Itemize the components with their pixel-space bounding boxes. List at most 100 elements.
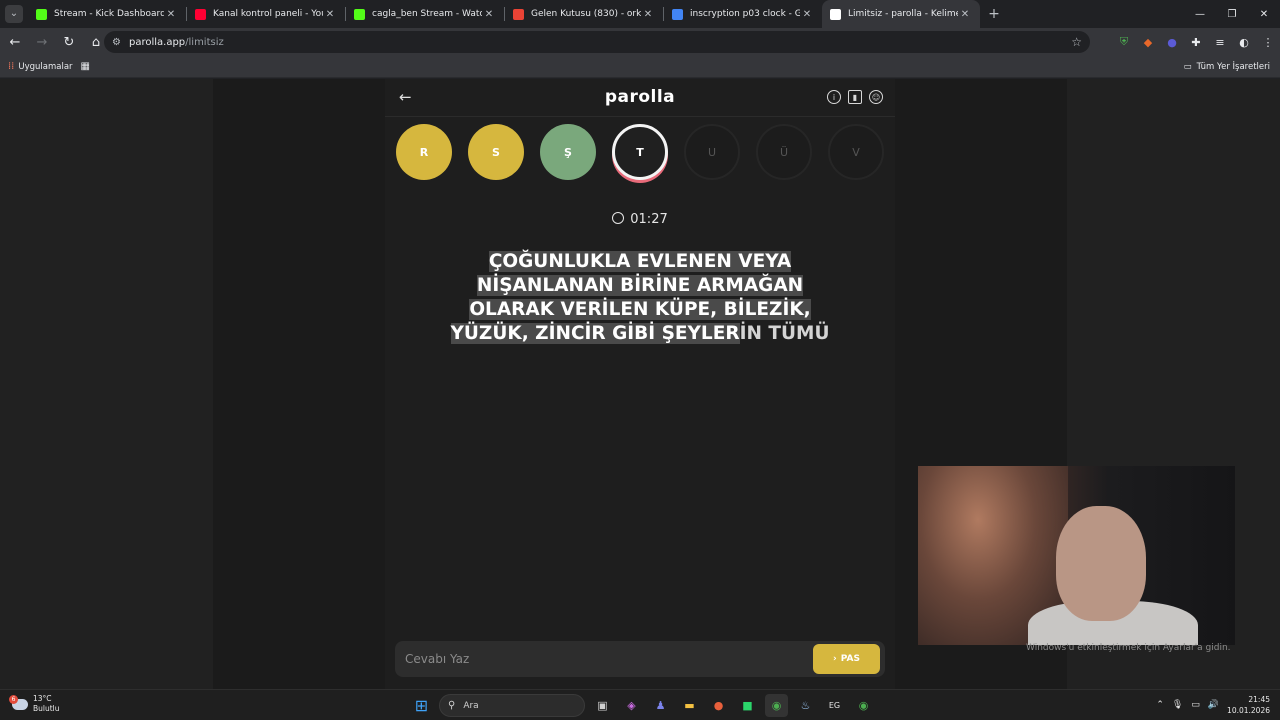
chrome-icon[interactable]: ◉: [765, 694, 788, 717]
taskbar-search[interactable]: ⚲ Ara: [439, 694, 585, 717]
browser-tab[interactable]: inscryption p03 clock - Google✕: [664, 0, 822, 28]
browser-tab[interactable]: Limitsiz - parolla - Kelime oyunu✕: [822, 0, 980, 28]
copilot-icon[interactable]: ◈: [620, 694, 643, 717]
weather-badge: 6: [9, 694, 18, 704]
close-tab-icon[interactable]: ✕: [164, 9, 178, 20]
extension-shield-icon[interactable]: ⛨: [1112, 30, 1136, 54]
system-clock[interactable]: 21:45 10.01.2026: [1227, 694, 1270, 716]
close-tab-icon[interactable]: ✕: [958, 9, 972, 20]
tab-search-button[interactable]: ⌄: [0, 0, 28, 28]
letter-circle-empty: V: [828, 124, 884, 180]
parolla-icon: [830, 8, 841, 20]
close-window-button[interactable]: ✕: [1248, 0, 1280, 28]
browser-tab[interactable]: Gelen Kutusu (830) - orkunakar✕: [505, 0, 663, 28]
answer-input[interactable]: [405, 641, 805, 677]
extension-circle-icon[interactable]: ●: [1160, 30, 1184, 54]
kick-icon: [354, 8, 365, 20]
restore-button[interactable]: ❐: [1216, 0, 1248, 28]
question-text: ÇOĞUNLUKLA EVLENEN VEYA NİŞANLANAN BİRİN…: [440, 250, 840, 346]
duckduckgo-icon[interactable]: ●: [707, 694, 730, 717]
timer-value: 01:27: [630, 212, 668, 227]
letter-circle-empty: U: [684, 124, 740, 180]
pass-label: PAS: [840, 654, 860, 664]
tab-strip: ⌄ Stream - Kick Dashboard ✕ Kanal kontrol …: [0, 0, 1280, 28]
file-explorer-icon[interactable]: ▬: [678, 694, 701, 717]
weather-temp: 13°C: [33, 694, 52, 703]
volume-icon[interactable]: 🔊: [1208, 700, 1219, 710]
letter-circle-green: Ş: [540, 124, 596, 180]
new-tab-button[interactable]: +: [980, 6, 1008, 22]
url-host: parolla.app: [128, 36, 186, 48]
cloud-icon: 6: [9, 694, 28, 710]
chrome-alt-icon[interactable]: ◉: [852, 694, 875, 717]
browser-menu-icon[interactable]: ⋮: [1256, 30, 1280, 54]
weather-desc: Bulutlu: [33, 704, 60, 713]
pass-button[interactable]: › PAS: [813, 644, 880, 674]
browser-tab[interactable]: Stream - Kick Dashboard ✕: [28, 0, 186, 28]
browser-tab[interactable]: Kanal kontrol paneli - YouTube✕: [187, 0, 345, 28]
reading-list-icon[interactable]: ≡: [1208, 30, 1232, 54]
letter-circle-empty: Ü: [756, 124, 812, 180]
webcam-person-head: [1056, 506, 1146, 621]
tab-title: Kanal kontrol paneli - YouTube: [213, 9, 323, 19]
webcam-overlay: [918, 466, 1235, 645]
epic-games-icon[interactable]: EG: [823, 694, 846, 717]
letter-circle-yellow: R: [396, 124, 452, 180]
letter-track: RSŞTUÜV: [396, 124, 884, 180]
bookmark-star-icon[interactable]: ☆: [1071, 35, 1082, 49]
app-green-icon[interactable]: ■: [736, 694, 759, 717]
extension-fox-icon[interactable]: ◆: [1136, 30, 1160, 54]
gmail-icon: [513, 8, 524, 20]
site-info-icon[interactable]: ⚙: [112, 37, 121, 48]
tab-title: Limitsiz - parolla - Kelime oyunu: [848, 9, 958, 19]
tab-title: cagla_ben Stream - Watch Live: [372, 9, 482, 19]
left-gutter: [213, 79, 385, 689]
all-bookmarks[interactable]: ▭ Tüm Yer İşaretleri: [1184, 62, 1270, 72]
weather-widget[interactable]: 6 13°C Bulutlu: [9, 694, 60, 714]
activation-watermark: Windows'u etkinleştirmek için Ayarlar'a …: [1026, 643, 1231, 653]
bookmark-grid[interactable]: ▦: [81, 61, 94, 72]
close-tab-icon[interactable]: ✕: [323, 9, 337, 20]
steam-icon[interactable]: ♨: [794, 694, 817, 717]
close-tab-icon[interactable]: ✕: [641, 9, 655, 20]
page-viewport: ← parolla i ▮ ☺ RSŞTUÜV 01:27 ÇOĞUNLUKLA…: [0, 79, 1280, 689]
tab-title: Stream - Kick Dashboard: [54, 9, 164, 19]
chevron-right-icon: ›: [833, 654, 837, 664]
close-tab-icon[interactable]: ✕: [482, 9, 496, 20]
letter-circle-current: T: [612, 124, 668, 180]
back-button[interactable]: ←: [3, 30, 27, 54]
info-icon[interactable]: i: [827, 90, 841, 104]
answer-bar: ›PAS: [395, 641, 885, 677]
microphone-icon[interactable]: 🎙: [1172, 700, 1183, 710]
reload-button[interactable]: ↻: [57, 30, 81, 54]
clock-icon: [612, 212, 625, 224]
network-icon[interactable]: ▭: [1191, 700, 1200, 710]
user-icon[interactable]: ☺: [869, 90, 883, 104]
question-rest: İN TÜMÜ: [739, 323, 830, 344]
clock-date: 10.01.2026: [1227, 706, 1270, 715]
kick-icon: [36, 8, 47, 20]
app-header: ← parolla i ▮ ☺: [385, 79, 895, 117]
folder-icon: ▭: [1183, 61, 1192, 72]
browser-tab[interactable]: cagla_ben Stream - Watch Live✕: [346, 0, 504, 28]
minimize-button[interactable]: —: [1184, 0, 1216, 28]
extensions-puzzle-icon[interactable]: ✚: [1184, 30, 1208, 54]
bookmarks-bar: ⁞⁞ Uygulamalar ▦ ▭ Tüm Yer İşaretleri: [0, 56, 1280, 78]
windows-start-icon[interactable]: ⊞: [410, 694, 433, 717]
forward-button[interactable]: →: [30, 30, 54, 54]
stats-icon[interactable]: ▮: [848, 90, 862, 104]
address-bar[interactable]: ⚙ parolla.app/limitsiz ☆: [104, 31, 1090, 53]
timer: 01:27: [385, 212, 895, 227]
apps-grid-icon: ⁞⁞: [8, 61, 15, 72]
close-tab-icon[interactable]: ✕: [800, 9, 814, 20]
windows-taskbar: 6 13°C Bulutlu ⊞ ⚲ Ara ▣ ◈ ♟ ▬ ● ■ ◉ ♨ EG…: [0, 689, 1280, 720]
letter-circle-yellow: S: [468, 124, 524, 180]
url-path: /limitsiz: [185, 36, 224, 48]
teams-icon[interactable]: ♟: [649, 694, 672, 717]
task-view-icon[interactable]: ▣: [591, 694, 614, 717]
profile-avatar[interactable]: ◐: [1232, 30, 1256, 54]
bookmark-apps[interactable]: ⁞⁞ Uygulamalar: [8, 61, 73, 72]
search-icon: ⚲: [448, 700, 456, 711]
tab-title: Gelen Kutusu (830) - orkunakar: [531, 9, 641, 19]
tray-chevron-up-icon[interactable]: ⌃: [1156, 700, 1164, 710]
